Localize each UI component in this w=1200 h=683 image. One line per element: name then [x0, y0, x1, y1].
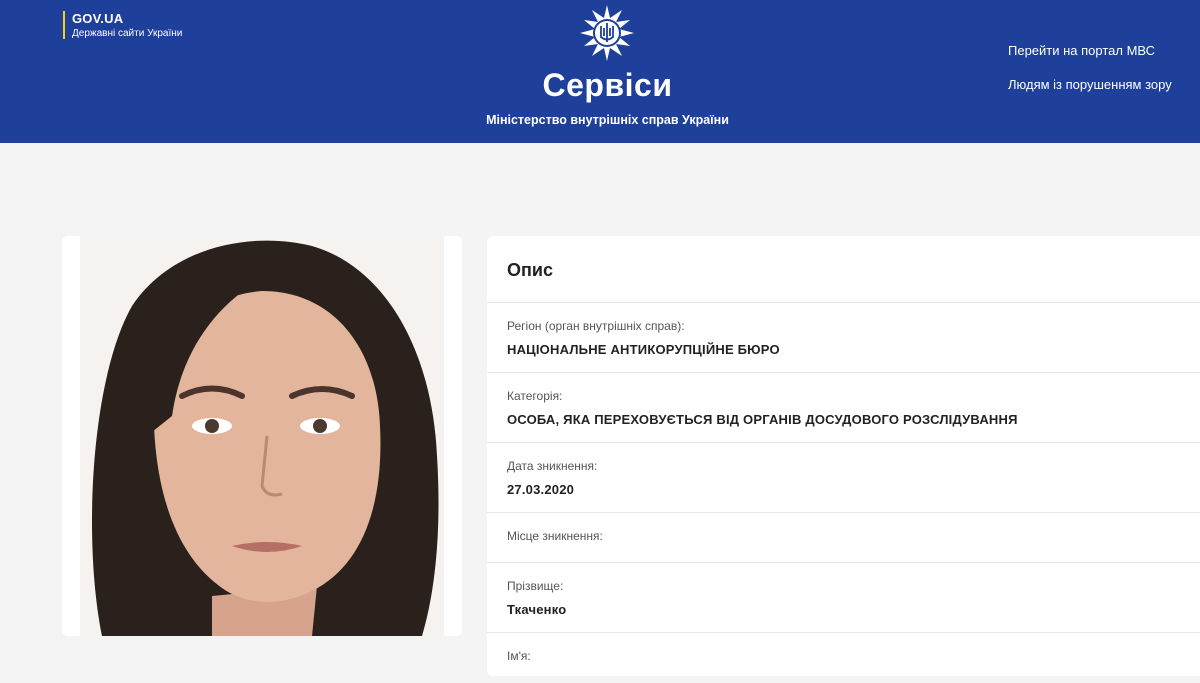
- field-first-name: Ім'я:: [487, 633, 1200, 683]
- mvs-emblem-icon[interactable]: [578, 4, 636, 62]
- ministry-subtitle: Міністерство внутрішніх справ України: [486, 113, 729, 127]
- field-region: Регіон (орган внутрішніх справ): НАЦІОНА…: [487, 303, 1200, 373]
- field-label: Категорія:: [507, 389, 563, 403]
- field-label: Дата зникнення:: [507, 459, 598, 473]
- description-card: Опис Регіон (орган внутрішніх справ): НА…: [487, 236, 1200, 676]
- gov-ua-link[interactable]: GOV.UA Державні сайти України: [63, 11, 182, 39]
- field-label: Місце зникнення:: [507, 529, 603, 543]
- portal-link[interactable]: Перейти на портал МВС: [1008, 43, 1155, 58]
- field-label: Регіон (орган внутрішніх справ):: [507, 319, 685, 333]
- field-value: 27.03.2020: [507, 482, 575, 497]
- field-category: Категорія: ОСОБА, ЯКА ПЕРЕХОВУЄТЬСЯ ВІД …: [487, 373, 1200, 443]
- field-disappearance-place: Місце зникнення:: [487, 513, 1200, 563]
- site-header: GOV.UA Державні сайти України Сервіси Мі…: [0, 0, 1200, 143]
- field-label: Ім'я:: [507, 649, 531, 663]
- person-photo: [62, 236, 462, 636]
- field-label: Прізвище:: [507, 579, 564, 593]
- field-surname: Прізвище: Ткаченко: [487, 563, 1200, 633]
- field-value: ОСОБА, ЯКА ПЕРЕХОВУЄТЬСЯ ВІД ОРГАНІВ ДОС…: [507, 412, 1018, 427]
- gov-ua-title: GOV.UA: [72, 11, 124, 26]
- field-value: НАЦІОНАЛЬНЕ АНТИКОРУПЦІЙНЕ БЮРО: [507, 342, 780, 357]
- field-value: Ткаченко: [507, 602, 567, 617]
- gov-ua-subtitle: Державні сайти України: [72, 28, 183, 39]
- accessibility-link[interactable]: Людям із порушенням зору: [1008, 77, 1172, 92]
- field-disappearance-date: Дата зникнення: 27.03.2020: [487, 443, 1200, 513]
- description-title: Опис: [487, 236, 1200, 303]
